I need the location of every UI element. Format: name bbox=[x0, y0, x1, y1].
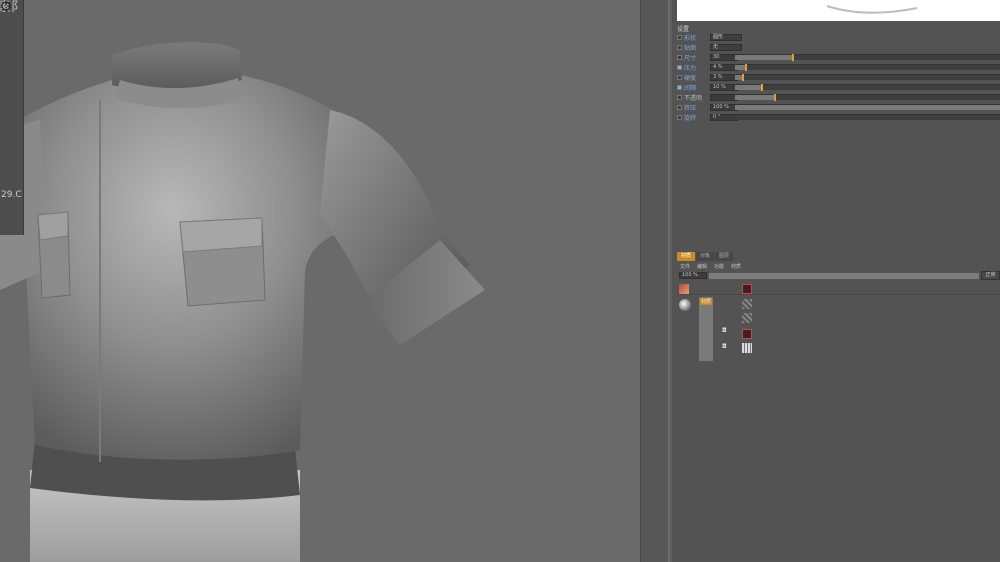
slider-handle[interactable] bbox=[792, 54, 795, 61]
menu-item[interactable]: 编辑 bbox=[697, 263, 707, 270]
setting-row: 贴图 无 bbox=[677, 42, 1000, 52]
3d-viewport[interactable]: 素阝 29.C bbox=[0, 0, 640, 562]
setting-label: 间隔 bbox=[684, 84, 697, 92]
setting-slider[interactable] bbox=[735, 94, 1000, 101]
setting-row: 旋转 0 ° bbox=[677, 112, 1000, 122]
layer-row[interactable] bbox=[677, 283, 1000, 295]
sphere-material-icon bbox=[679, 299, 691, 311]
manager-menubar: 文件 编辑 功能 材质 bbox=[677, 261, 1000, 271]
manager-tab[interactable]: 图层 bbox=[715, 252, 734, 261]
setting-slider[interactable] bbox=[735, 74, 1000, 81]
layers-manager: 材质 对象 图层 文件 编辑 功能 材质 100 % 正常 材质 ◘ ◘ bbox=[677, 252, 1000, 361]
material-thumbnail-icon bbox=[679, 284, 689, 294]
zoom-field[interactable]: 100 % bbox=[679, 272, 707, 279]
manager-tab[interactable]: 对象 bbox=[696, 252, 715, 261]
layer-tag: 材质 bbox=[700, 298, 713, 305]
setting-value-field[interactable]: 100 % bbox=[710, 103, 738, 111]
brush-preview bbox=[677, 0, 1000, 21]
zoom-row: 100 % 正常 bbox=[677, 271, 1000, 281]
setting-slider[interactable] bbox=[735, 64, 1000, 71]
setting-dropdown[interactable]: 无 bbox=[710, 43, 742, 51]
setting-label: 贴图 bbox=[684, 44, 697, 52]
setting-row: 压力 4 % bbox=[677, 62, 1000, 72]
setting-label: 形状 bbox=[684, 34, 697, 42]
setting-label: 旋转 bbox=[684, 114, 697, 122]
menu-item[interactable]: 材质 bbox=[731, 263, 741, 270]
rotate-cursor-icon bbox=[1, 1, 11, 11]
shirt-model bbox=[0, 42, 485, 562]
setting-slider[interactable] bbox=[735, 84, 1000, 91]
normal-button[interactable]: 正常 bbox=[981, 271, 1000, 280]
setting-checkbox[interactable] bbox=[677, 84, 682, 90]
setting-checkbox[interactable] bbox=[677, 114, 682, 120]
zoom-slider[interactable] bbox=[709, 273, 979, 279]
setting-row: 尺寸 30 bbox=[677, 52, 1000, 62]
setting-label: 硬度 bbox=[684, 74, 697, 82]
setting-checkbox[interactable] bbox=[677, 74, 682, 80]
checker-thumbnail-icon bbox=[742, 299, 752, 309]
layer-list: 材质 ◘ ◘ bbox=[677, 281, 1000, 361]
menu-item[interactable]: 文件 bbox=[680, 263, 690, 270]
slider-handle[interactable] bbox=[744, 64, 747, 71]
eye-icon[interactable]: ◘ bbox=[722, 327, 727, 334]
slider-handle[interactable] bbox=[773, 94, 776, 101]
setting-slider[interactable] bbox=[735, 104, 1000, 110]
slider-handle[interactable] bbox=[760, 84, 763, 91]
setting-label: 不透明 bbox=[684, 94, 703, 102]
checker-thumbnail-icon bbox=[742, 313, 752, 323]
texture-thumbnail-icon bbox=[742, 329, 752, 339]
setting-checkbox[interactable] bbox=[677, 54, 682, 60]
setting-row: 间隔 10 % bbox=[677, 82, 1000, 92]
setting-row: 硬度 3 % bbox=[677, 72, 1000, 82]
setting-label: 尺寸 bbox=[684, 54, 697, 62]
setting-slider[interactable] bbox=[735, 114, 1000, 120]
floating-panel-label: 29.C bbox=[1, 190, 22, 200]
brush-settings: 形状 圆形贴图 无尺寸 30 压力 4 % 硬度 3 % 间隔 10 % 不透明挤压 100 % 旋转 0… bbox=[677, 32, 1000, 122]
brush-stroke-preview bbox=[826, 5, 918, 14]
texture-thumbnail-icon bbox=[742, 284, 752, 294]
menu-item[interactable]: 功能 bbox=[714, 263, 724, 270]
eye-icon[interactable]: ◘ bbox=[722, 343, 727, 350]
setting-checkbox[interactable] bbox=[677, 104, 682, 110]
setting-value-field[interactable] bbox=[710, 93, 738, 101]
setting-value-field[interactable]: 0 ° bbox=[710, 113, 738, 121]
setting-dropdown[interactable]: 圆形 bbox=[710, 33, 742, 41]
setting-value-field[interactable]: 4 % bbox=[710, 63, 738, 71]
panel-splitter[interactable] bbox=[640, 0, 670, 562]
setting-label: 压力 bbox=[684, 64, 697, 72]
setting-row: 形状 圆形 bbox=[677, 32, 1000, 42]
manager-tabs: 材质 对象 图层 bbox=[677, 252, 1000, 261]
setting-value-field[interactable]: 10 % bbox=[710, 83, 738, 91]
setting-checkbox[interactable] bbox=[677, 44, 682, 50]
slider-handle[interactable] bbox=[741, 74, 744, 81]
attributes-panel: 设置 形状 圆形 贴图无尺寸 30 压力 4 % 硬度 3 % 间隔 10 % 不透明 挤压 100 %… bbox=[672, 0, 1000, 562]
setting-label: 挤压 bbox=[684, 104, 697, 112]
setting-row: 挤压 100 % bbox=[677, 102, 1000, 112]
app-window: 素阝 29.C 设置 形状 圆形 贴图无尺寸 30 压力 4 % 硬度 3 % 间隔 10 % 不透… bbox=[0, 0, 1000, 562]
setting-slider[interactable] bbox=[735, 54, 1000, 61]
floating-tool-panel: 素阝 29.C bbox=[0, 0, 24, 235]
setting-row: 不透明 bbox=[677, 92, 1000, 102]
setting-checkbox[interactable] bbox=[677, 94, 682, 100]
setting-value-field[interactable]: 3 % bbox=[710, 73, 738, 81]
setting-checkbox[interactable] bbox=[677, 34, 682, 40]
setting-checkbox[interactable] bbox=[677, 64, 682, 70]
setting-value-field[interactable]: 30 bbox=[710, 53, 738, 61]
manager-tab[interactable]: 材质 bbox=[677, 252, 696, 261]
noise-thumbnail-icon bbox=[742, 343, 752, 353]
layer-group[interactable]: 材质 ◘ ◘ bbox=[677, 297, 1000, 361]
layer-strip: 材质 bbox=[699, 297, 713, 361]
